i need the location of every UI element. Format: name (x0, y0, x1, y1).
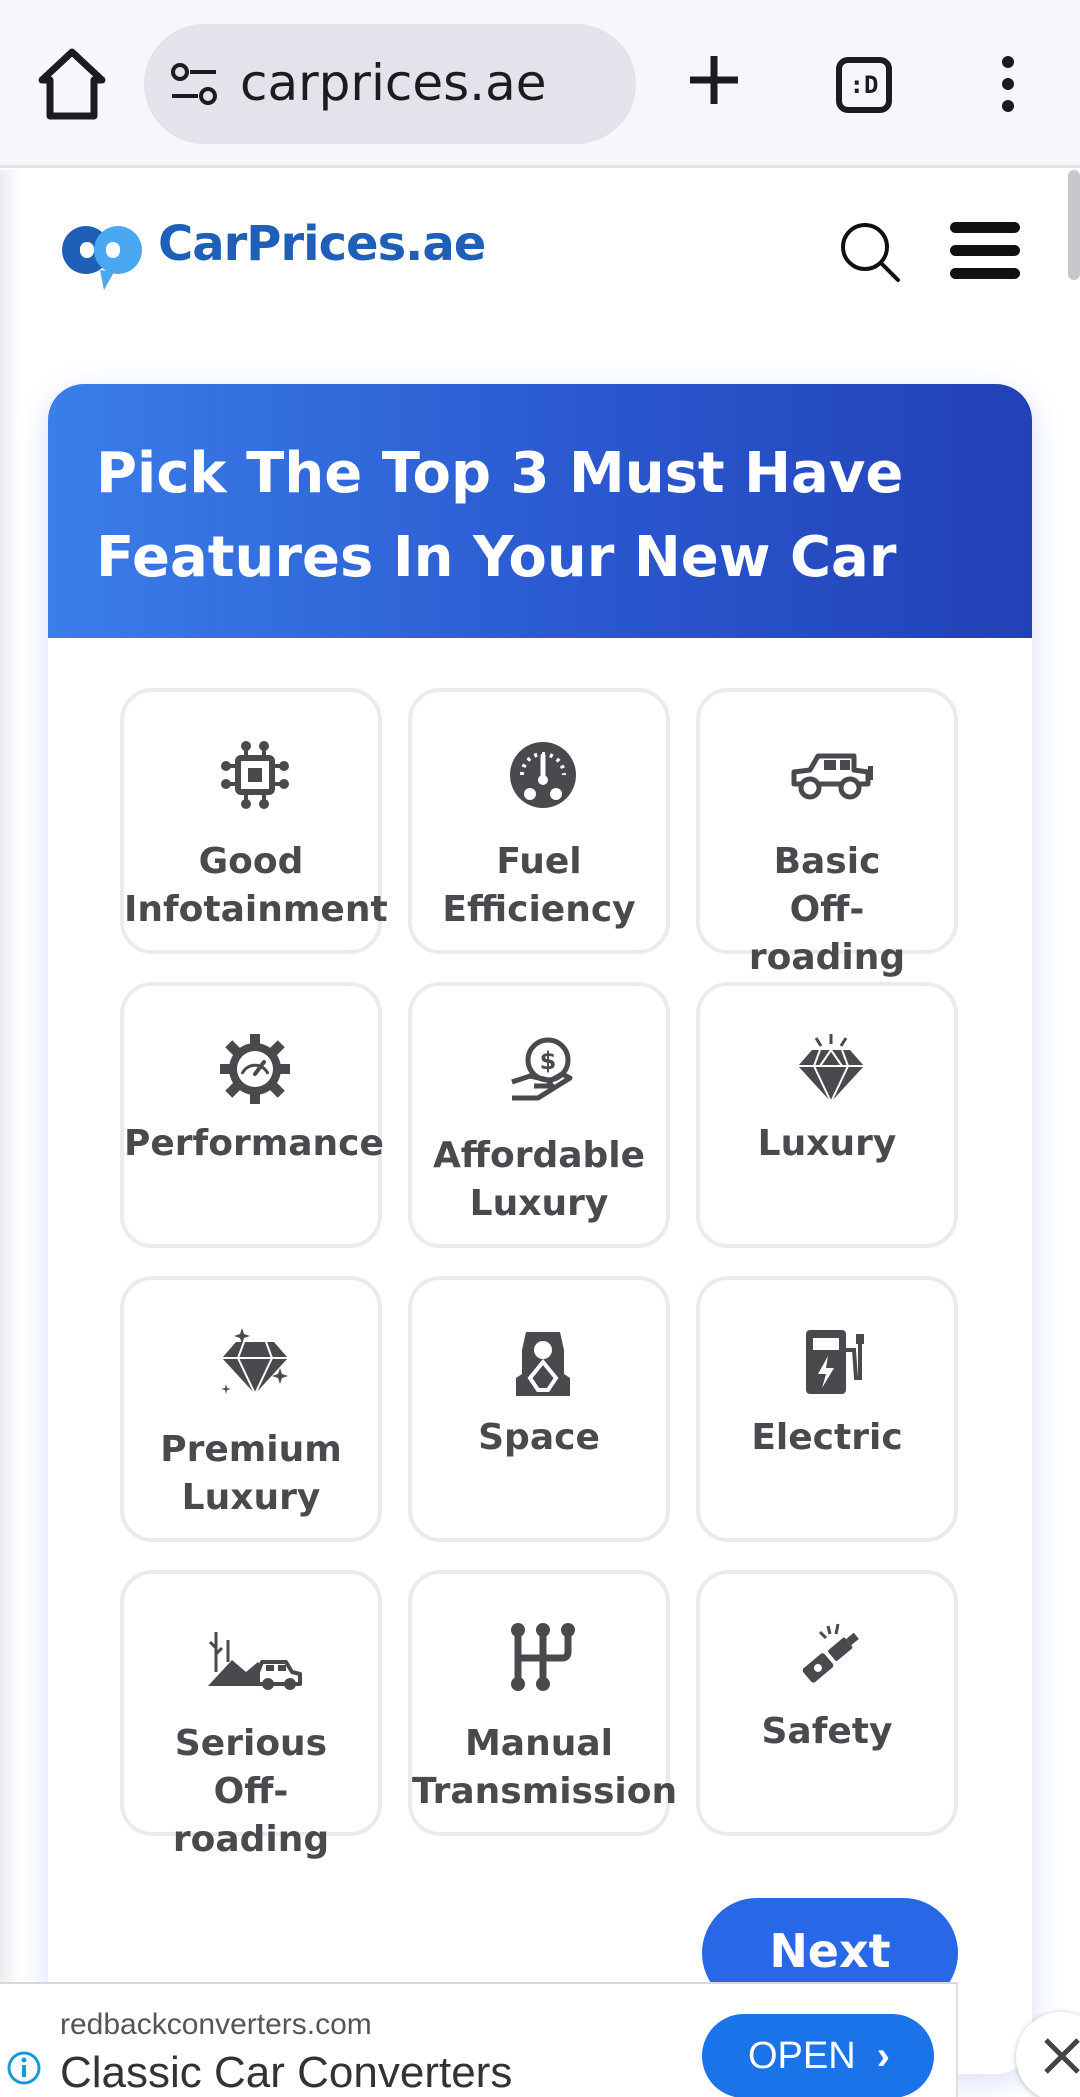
option-label: Serious Off- roading (172, 1723, 330, 1860)
option-luxury[interactable]: Luxury (696, 982, 958, 1248)
url-text[interactable]: carprices.ae (240, 54, 546, 112)
chip-icon (221, 741, 289, 809)
diamond-icon (798, 1034, 864, 1104)
option-safety[interactable]: Safety (696, 1570, 958, 1836)
option-label: Electric (751, 1417, 903, 1458)
card-header: Pick The Top 3 Must Have Features In You… (48, 384, 1032, 638)
close-icon (1044, 2038, 1080, 2074)
ad-banner[interactable]: redbackconverters.com Classic Car Conver… (0, 1982, 958, 2097)
home-icon[interactable] (36, 46, 108, 122)
charging-station-icon (806, 1330, 864, 1394)
browser-menu-icon[interactable] (996, 56, 1020, 116)
option-manual-transmission[interactable]: Manual Transmission (408, 1570, 678, 1836)
browser-toolbar: carprices.ae :D (0, 0, 1080, 168)
option-affordable-luxury[interactable]: $ Affordable Luxury (408, 982, 670, 1248)
card-title: Pick The Top 3 Must Have Features In You… (96, 441, 904, 590)
site-logo[interactable]: CarPrices.ae (60, 212, 520, 292)
svg-text:$: $ (540, 1047, 557, 1075)
page-edge-shadow (0, 170, 20, 2000)
option-serious-off-roading[interactable]: Serious Off- roading (120, 1570, 382, 1860)
option-electric[interactable]: Electric (696, 1276, 958, 1542)
option-fuel-efficiency[interactable]: Fuel Efficiency (408, 688, 670, 954)
option-label: Affordable Luxury (432, 1135, 646, 1224)
tab-switcher-button[interactable]: :D (836, 57, 892, 113)
hand-money-icon: $ (511, 1037, 573, 1101)
option-space[interactable]: Space (408, 1276, 670, 1542)
seatbelt-icon (802, 1623, 859, 1683)
option-label: Basic Off- roading (748, 841, 906, 978)
option-label: Manual Transmission (412, 1723, 678, 1812)
logo-mark-icon (62, 226, 142, 290)
ad-open-button[interactable]: OPEN › (702, 2014, 934, 2097)
option-label: Performance (124, 1123, 384, 1164)
feature-picker-card: Pick The Top 3 Must Have Features In You… (48, 384, 1032, 2074)
fuel-gauge-icon (510, 742, 576, 808)
option-label: Safety (761, 1711, 893, 1752)
option-label: Fuel Efficiency (442, 841, 636, 930)
ad-open-label: OPEN (748, 2035, 856, 2077)
address-bar[interactable]: carprices.ae (144, 24, 636, 144)
scrollbar[interactable] (1068, 170, 1080, 280)
gear-speedometer-icon (220, 1034, 290, 1104)
jeep-icon (791, 753, 873, 800)
hamburger-menu-icon[interactable] (950, 222, 1020, 280)
sparkle-diamond-icon (221, 1328, 288, 1397)
logo-text: CarPrices.ae (158, 216, 486, 272)
option-good-infotainment[interactable]: Good Infotainment (120, 688, 388, 954)
option-label: Premium Luxury (160, 1429, 342, 1518)
desert-car-icon (208, 1632, 302, 1690)
site-settings-icon[interactable] (170, 62, 218, 106)
ad-info-icon[interactable] (6, 2050, 42, 2086)
car-seat-icon (516, 1332, 570, 1396)
chevron-right-icon: › (876, 2034, 890, 2078)
option-performance[interactable]: Performance (120, 982, 384, 1248)
ad-domain: redbackconverters.com (60, 2008, 372, 2041)
search-icon[interactable] (838, 220, 902, 284)
ad-headline[interactable]: Classic Car Converters (60, 2048, 512, 2097)
option-basic-off-roading[interactable]: Basic Off- roading (696, 688, 958, 978)
gear-shift-icon (511, 1623, 575, 1691)
new-tab-icon[interactable] (686, 52, 742, 108)
option-label: Luxury (757, 1123, 897, 1164)
option-premium-luxury[interactable]: Premium Luxury (120, 1276, 382, 1542)
option-label: Good Infotainment (124, 841, 388, 930)
option-label: Space (478, 1417, 600, 1458)
